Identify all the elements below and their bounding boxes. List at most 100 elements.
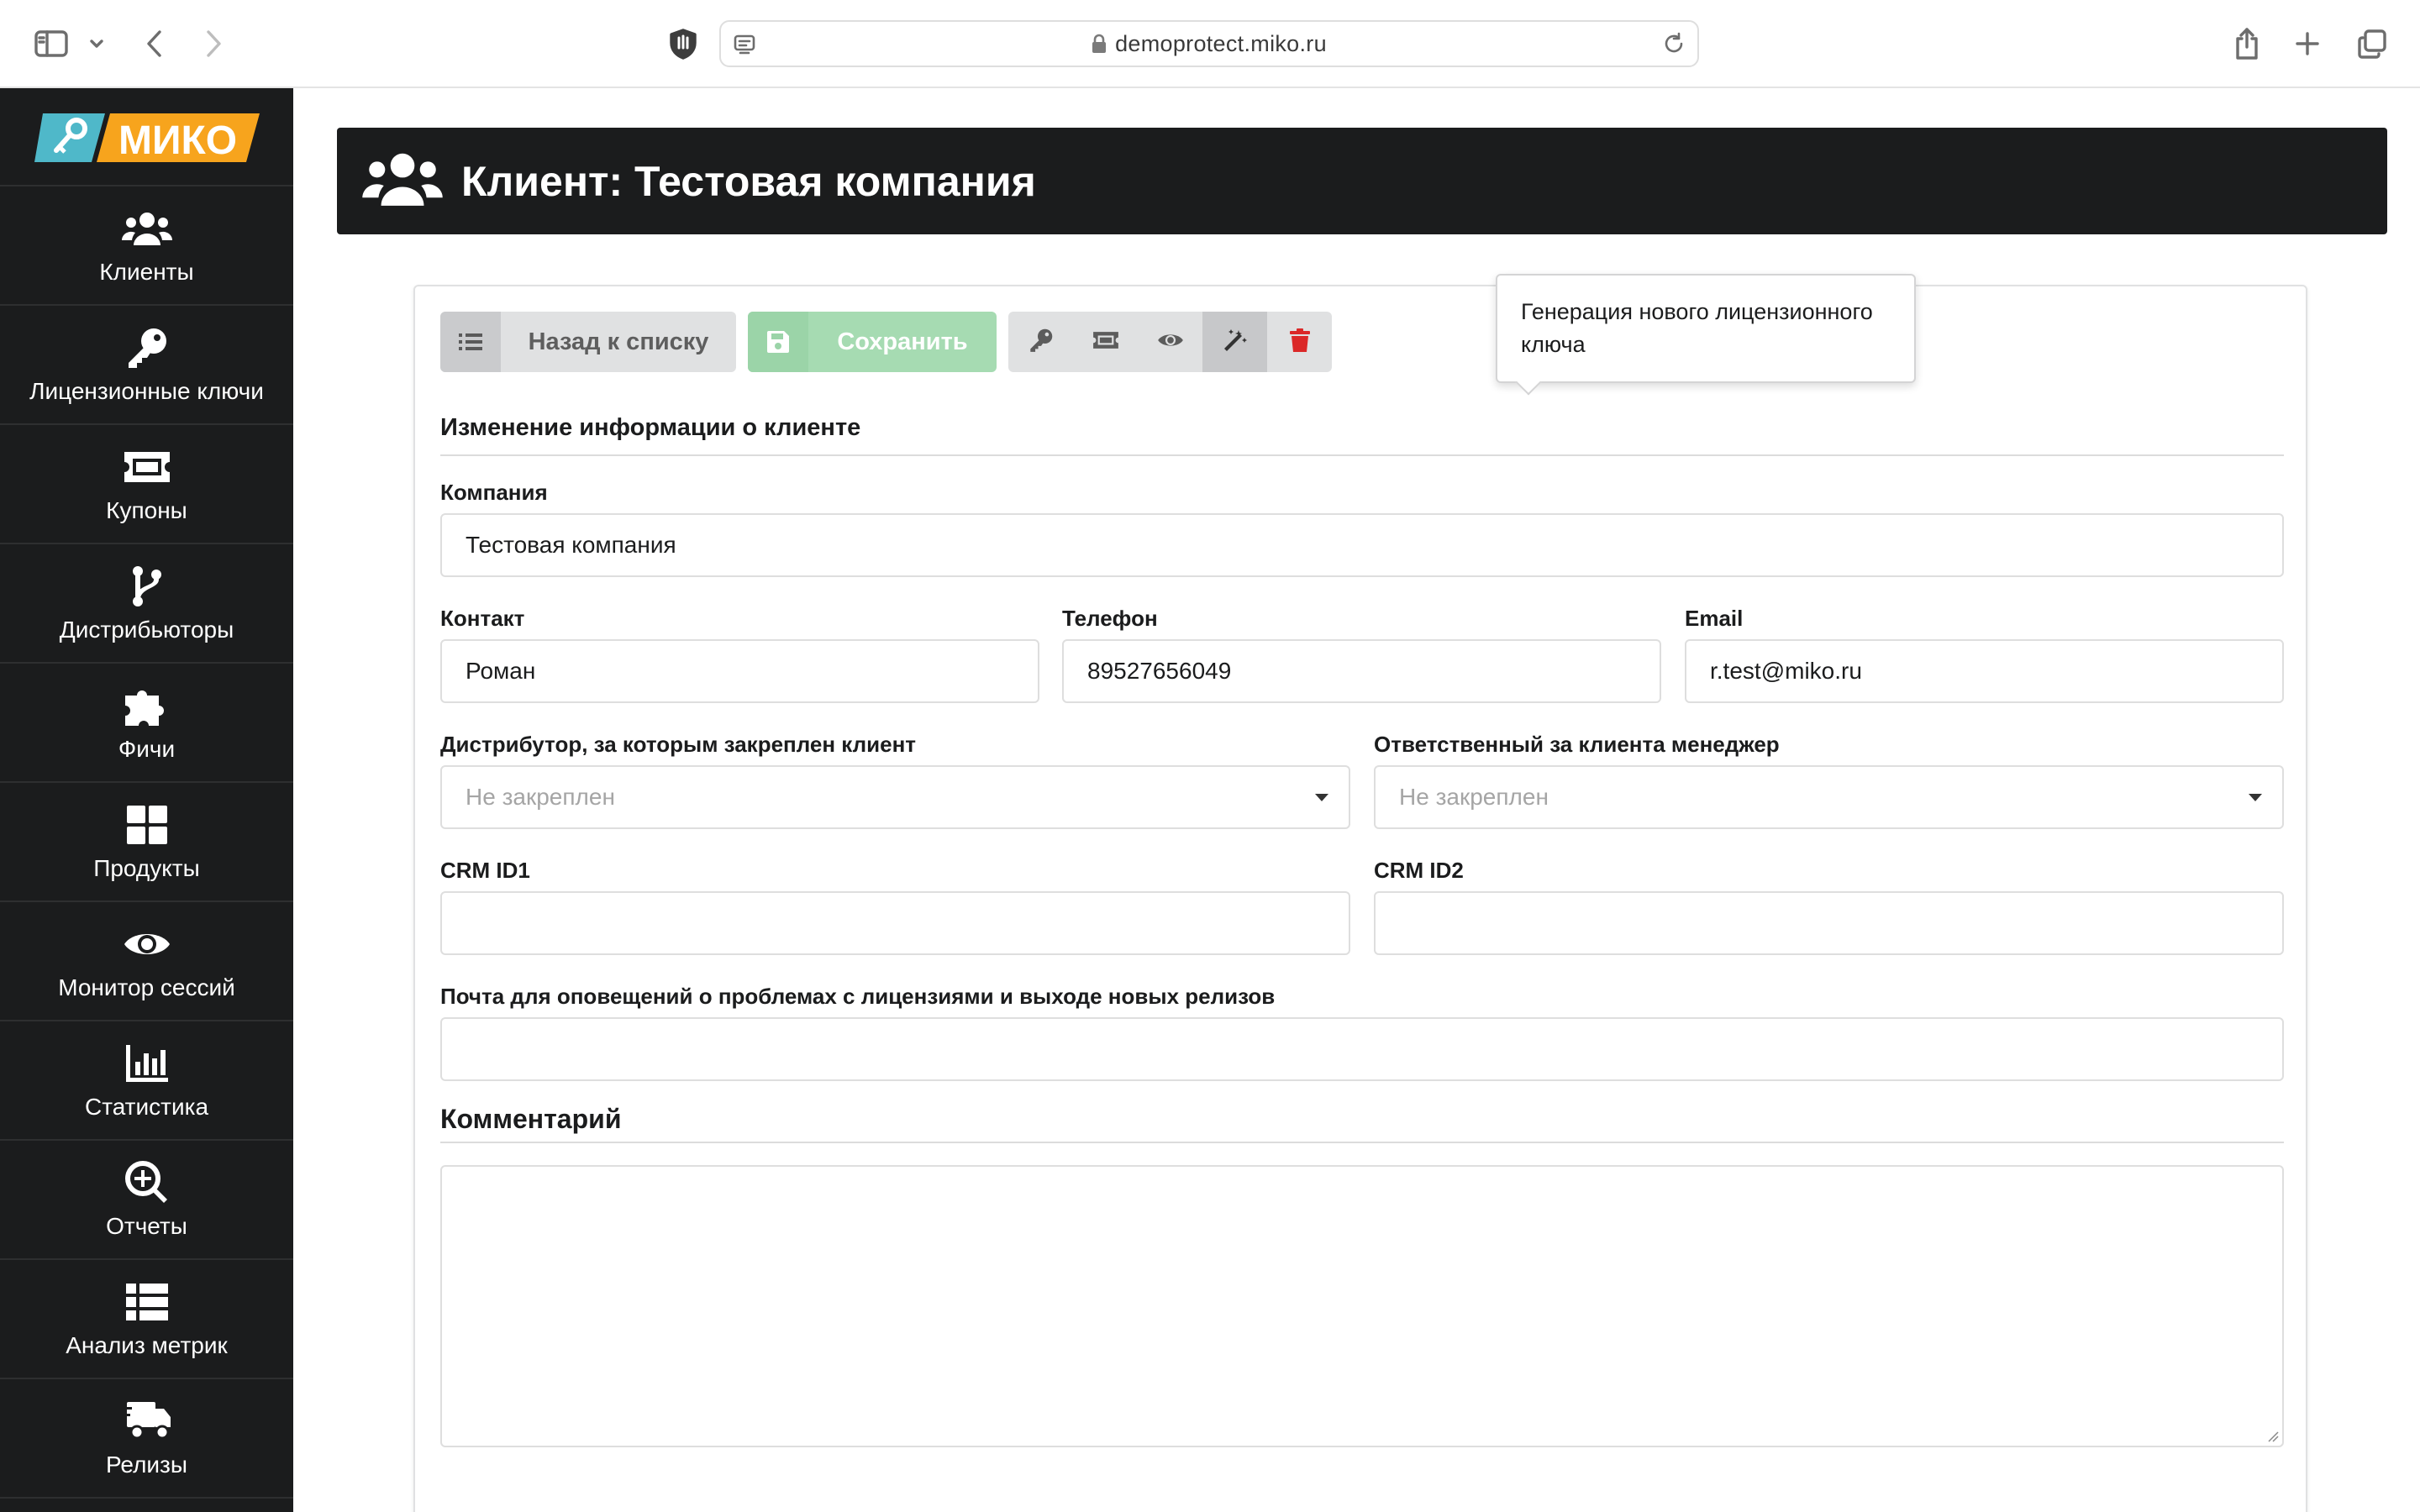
company-field[interactable]: Тестовая компания [440, 513, 2284, 577]
sidebar-item-label: Дистрибьюторы [59, 617, 234, 643]
logo-text: МИКО [118, 118, 237, 163]
sidebar-item-reports[interactable]: Отчеты [0, 1141, 293, 1260]
sidebar-item-license-keys[interactable]: Лицензионные ключи [0, 306, 293, 425]
sidebar-item-distributors[interactable]: Дистрибьюторы [0, 544, 293, 664]
dropdown-caret-icon [1315, 794, 1328, 801]
company-label: Компания [440, 480, 548, 505]
lock-icon [1092, 34, 1107, 54]
phone-field[interactable]: 89527656049 [1062, 639, 1661, 703]
comment-textarea[interactable] [440, 1165, 2284, 1447]
notify-email-field[interactable] [440, 1017, 2284, 1081]
email-label: Email [1685, 606, 1744, 631]
back-button-label: Назад к списку [528, 328, 709, 355]
sidebar-item-label: Клиенты [99, 259, 194, 285]
trash-icon [1289, 328, 1310, 356]
tooltip: Генерация нового лицензионного ключа [1496, 274, 1916, 396]
distributor-select[interactable]: Не закреплен [440, 765, 1350, 829]
back-to-list-button[interactable]: Назад к списку [440, 312, 736, 372]
code-branch-icon [130, 563, 164, 610]
search-plus-icon [124, 1159, 169, 1206]
list-icon [440, 312, 501, 372]
manager-select[interactable]: Не закреплен [1374, 765, 2284, 829]
privacy-shield-icon[interactable] [664, 20, 702, 67]
sidebar-item-label: Монитор сессий [58, 974, 235, 1000]
sidebar-item-label: Лицензионные ключи [29, 378, 264, 404]
key-icon [125, 324, 169, 371]
main-content: Клиент: Тестовая компания Генерация ново… [293, 88, 2420, 1512]
tooltip-text: Генерация нового лицензионного ключа [1521, 299, 1873, 357]
resize-grip-icon[interactable] [2267, 1431, 2279, 1442]
comment-title: Комментарий [440, 1104, 622, 1134]
chevron-down-icon[interactable] [84, 20, 109, 67]
crm-id1-label: CRM ID1 [440, 858, 530, 883]
manager-select-value: Не закреплен [1399, 784, 1549, 810]
distributor-label: Дистрибутор, за которым закреплен клиент [440, 732, 917, 757]
browser-toolbar: demoprotect.miko.ru [0, 0, 2420, 88]
distributor-select-value: Не закреплен [466, 784, 615, 810]
reload-icon[interactable] [1662, 32, 1686, 60]
puzzle-icon [124, 682, 171, 729]
notify-email-label: Почта для оповещений о проблемах с лицен… [440, 984, 1276, 1009]
sidebar-item-label: Отчеты [106, 1213, 187, 1239]
address-bar[interactable]: demoprotect.miko.ru [719, 20, 1699, 67]
share-icon[interactable] [2230, 20, 2264, 67]
key-icon [1028, 328, 1054, 357]
sidebar-item-label: Статистика [84, 1094, 209, 1120]
logo[interactable]: МИКО [0, 88, 293, 186]
sidebar-item-statistics[interactable]: Статистика [0, 1021, 293, 1141]
manager-label: Ответственный за клиента менеджер [1374, 732, 1780, 757]
dropdown-caret-icon [2249, 794, 2262, 801]
magic-wand-icon [1223, 328, 1248, 357]
sidebar-item-label: Релизы [105, 1452, 188, 1478]
comment-divider [440, 1142, 2284, 1143]
sidebar-item-coupons[interactable]: Купоны [0, 425, 293, 544]
crm-id2-field[interactable] [1374, 891, 2284, 955]
eye-icon [123, 921, 171, 968]
sidebar-item-releases[interactable]: Релизы [0, 1379, 293, 1499]
truck-icon [121, 1398, 172, 1445]
sidebar-item-label: Анализ метрик [66, 1332, 228, 1358]
page-title: Клиент: Тестовая компания [461, 157, 1036, 205]
phone-label: Телефон [1062, 606, 1158, 631]
bar-chart-icon [125, 1040, 168, 1087]
coupons-button[interactable] [1073, 312, 1138, 372]
eye-icon [1157, 331, 1184, 354]
sidebar-item-session-monitor[interactable]: Монитор сессий [0, 902, 293, 1021]
save-button[interactable]: Сохранить [748, 312, 997, 372]
sidebar-item-label: Продукты [93, 855, 200, 881]
sidebar-item-metrics-analysis[interactable]: Анализ метрик [0, 1260, 293, 1379]
generate-key-button[interactable] [1202, 312, 1267, 372]
sidebar-toggle-icon[interactable] [32, 20, 71, 67]
crm-id1-field[interactable] [440, 891, 1350, 955]
users-icon [121, 205, 173, 252]
new-tab-icon[interactable] [2291, 20, 2324, 67]
back-arrow-icon[interactable] [139, 20, 170, 67]
keys-button[interactable] [1008, 312, 1073, 372]
sidebar-item-products[interactable]: Продукты [0, 783, 293, 902]
view-button[interactable] [1138, 312, 1202, 372]
sidebar-item-features[interactable]: Фичи [0, 664, 293, 783]
form-toolbar: Назад к списку Сохранить [440, 312, 1332, 372]
grid-icon [126, 801, 167, 848]
users-icon [360, 150, 445, 213]
ticket-icon [123, 444, 171, 491]
floppy-icon [748, 312, 808, 372]
url-text: demoprotect.miko.ru [1115, 30, 1327, 56]
section-title: Изменение информации о клиенте [440, 414, 861, 441]
page-header: Клиент: Тестовая компания [337, 128, 2387, 234]
contact-label: Контакт [440, 606, 525, 631]
delete-button[interactable] [1267, 312, 1332, 372]
table-icon [125, 1278, 168, 1326]
forward-arrow-icon[interactable] [198, 20, 229, 67]
tabs-overview-icon[interactable] [2354, 20, 2390, 67]
sidebar: МИКО Клиенты Лицензионные ключи Купоны Д… [0, 88, 293, 1512]
sidebar-item-label: Купоны [106, 497, 187, 523]
crm-id2-label: CRM ID2 [1374, 858, 1464, 883]
sidebar-item-clients[interactable]: Клиенты [0, 186, 293, 306]
client-form-card: Назад к списку Сохранить Изменение инфор… [413, 285, 2307, 1512]
ticket-icon [1092, 330, 1119, 354]
contact-field[interactable]: Роман [440, 639, 1039, 703]
actions-button-group [1008, 312, 1332, 372]
save-button-label: Сохранить [837, 328, 968, 355]
email-field[interactable]: r.test@miko.ru [1685, 639, 2284, 703]
